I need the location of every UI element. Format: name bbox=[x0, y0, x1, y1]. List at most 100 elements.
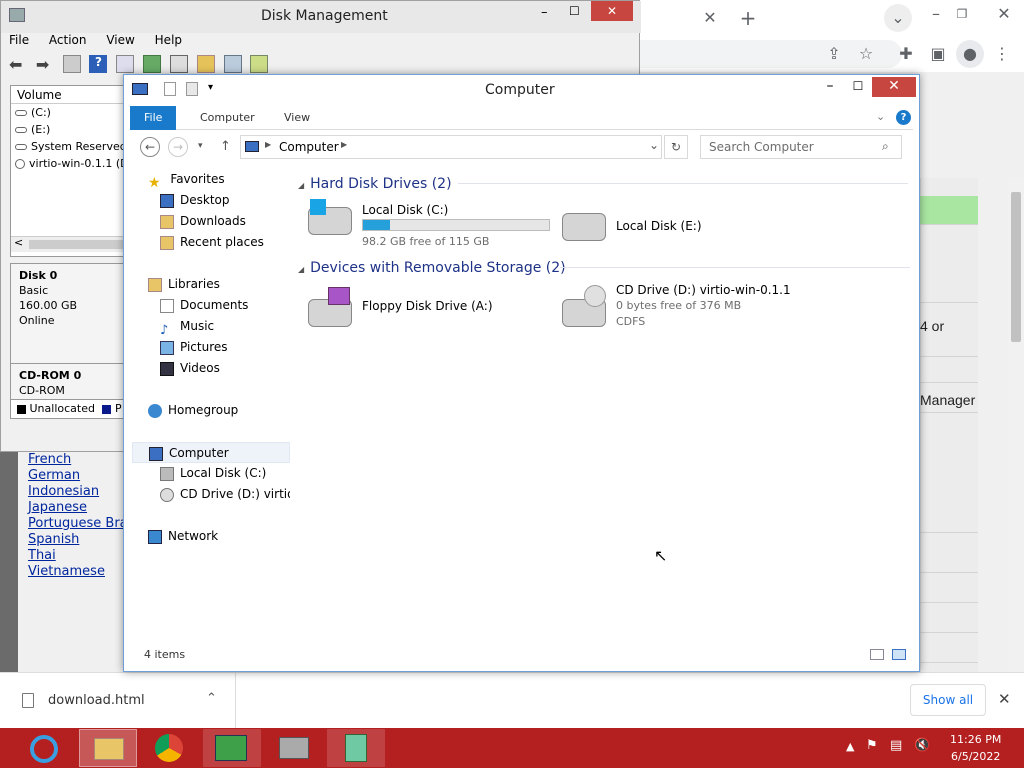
ie-icon[interactable] bbox=[16, 729, 74, 767]
language-link[interactable]: Thai bbox=[18, 548, 128, 564]
hdd-group-header[interactable]: ◢ Hard Disk Drives (2) bbox=[298, 173, 452, 195]
nav-videos[interactable]: Videos bbox=[132, 358, 290, 379]
tab-file[interactable]: File bbox=[130, 106, 177, 130]
nav-favorites[interactable]: ★ Favorites bbox=[132, 169, 290, 190]
disk-mgmt-taskbar-icon[interactable] bbox=[203, 729, 261, 767]
search-icon[interactable] bbox=[223, 55, 242, 73]
bookmark-star-icon[interactable]: ☆ bbox=[852, 40, 880, 68]
back-icon[interactable]: ⬅ bbox=[9, 55, 27, 74]
volume-header[interactable]: Volume bbox=[11, 86, 123, 104]
volume-row[interactable]: (E:) bbox=[11, 121, 123, 138]
address-bar[interactable]: ▶ Computer ▶ ⌄ bbox=[240, 135, 662, 159]
language-link[interactable]: Portuguese Bra bbox=[18, 516, 128, 532]
show-all-button[interactable]: Show all bbox=[910, 684, 986, 716]
settings-icon[interactable] bbox=[169, 55, 188, 73]
refresh-icon[interactable]: ↻ bbox=[664, 135, 688, 159]
language-link[interactable]: Indonesian bbox=[18, 484, 128, 500]
language-link[interactable]: French bbox=[18, 452, 128, 468]
collapse-icon[interactable]: ◢ bbox=[298, 181, 304, 190]
new-tab-icon[interactable]: + bbox=[734, 4, 762, 32]
up-icon[interactable]: ↑ bbox=[220, 139, 231, 154]
volume-row[interactable]: System Reserved bbox=[11, 138, 123, 155]
refresh-icon[interactable] bbox=[143, 55, 162, 73]
search-input[interactable]: Search Computer bbox=[700, 135, 902, 159]
properties-icon[interactable] bbox=[116, 55, 135, 73]
sidepanel-icon[interactable]: ▣ bbox=[924, 40, 952, 68]
close-icon[interactable]: ✕ bbox=[990, 0, 1018, 28]
expand-ribbon-icon[interactable]: ⌄ bbox=[876, 110, 885, 123]
volume-muted-icon[interactable]: 🔇 bbox=[914, 738, 930, 753]
help-icon[interactable]: ? bbox=[89, 55, 108, 73]
language-link[interactable]: German bbox=[18, 468, 128, 484]
scrollbar-thumb[interactable] bbox=[29, 240, 123, 249]
cdrom-block[interactable]: CD-ROM 0 CD-ROM bbox=[11, 364, 123, 400]
tab-view[interactable]: View bbox=[270, 106, 324, 130]
network-icon[interactable]: ▤ bbox=[890, 738, 902, 753]
chevron-right-icon[interactable]: ▶ bbox=[265, 140, 271, 149]
nav-pictures[interactable]: Pictures bbox=[132, 337, 290, 358]
menu-file[interactable]: File bbox=[9, 33, 29, 47]
menu-view[interactable]: View bbox=[106, 33, 134, 47]
help-icon[interactable]: ? bbox=[896, 110, 911, 125]
menu-icon[interactable]: ⋮ bbox=[988, 40, 1016, 68]
clock-date[interactable]: 6/5/2022 bbox=[951, 750, 1000, 763]
disk-0-block[interactable]: Disk 0 Basic 160.00 GB Online bbox=[11, 264, 123, 364]
back-icon[interactable]: ← bbox=[140, 137, 160, 157]
breadcrumb-computer[interactable]: Computer bbox=[279, 140, 339, 154]
forward-icon[interactable]: → bbox=[168, 137, 188, 157]
forward-icon[interactable]: ➡ bbox=[36, 55, 54, 74]
flag-icon[interactable]: ⚑ bbox=[866, 738, 878, 753]
close-icon[interactable]: ✕ bbox=[591, 1, 633, 21]
nav-desktop[interactable]: Desktop bbox=[132, 190, 290, 211]
volume-row[interactable]: virtio-win-0.1.1 (D bbox=[11, 155, 123, 172]
customize-qat-icon[interactable]: ▾ bbox=[208, 82, 213, 93]
nav-libraries[interactable]: Libraries bbox=[132, 274, 290, 295]
nav-local-disk-c[interactable]: Local Disk (C:) bbox=[132, 463, 290, 484]
details-view-icon[interactable] bbox=[870, 649, 884, 660]
language-link[interactable]: Spanish bbox=[18, 532, 128, 548]
maximize-icon[interactable]: ☐ bbox=[569, 4, 580, 18]
close-icon[interactable]: ✕ bbox=[872, 77, 916, 97]
close-icon[interactable]: ✕ bbox=[998, 690, 1011, 708]
extensions-icon[interactable]: ✚ bbox=[892, 40, 920, 68]
chrome-taskbar-icon[interactable] bbox=[141, 729, 199, 767]
minimize-icon[interactable]: – bbox=[922, 0, 950, 28]
notepad-taskbar-icon[interactable] bbox=[327, 729, 385, 767]
nav-documents[interactable]: Documents bbox=[132, 295, 290, 316]
download-item[interactable]: download.html ⌃ bbox=[0, 673, 236, 728]
nav-computer[interactable]: Computer bbox=[132, 442, 290, 463]
setup-taskbar-icon[interactable] bbox=[265, 729, 323, 767]
new-folder-icon[interactable] bbox=[186, 82, 198, 96]
nav-cd-drive[interactable]: CD Drive (D:) virtio-w bbox=[132, 484, 290, 505]
menu-action[interactable]: Action bbox=[49, 33, 87, 47]
profile-icon[interactable]: ● bbox=[956, 40, 984, 68]
console-icon[interactable] bbox=[62, 55, 81, 73]
nav-downloads[interactable]: Downloads bbox=[132, 211, 290, 232]
nav-recent[interactable]: Recent places bbox=[132, 232, 290, 253]
collapse-icon[interactable]: ◢ bbox=[298, 265, 304, 274]
drive-e[interactable]: Local Disk (E:) bbox=[560, 199, 810, 251]
tab-close-icon[interactable]: ✕ bbox=[696, 4, 724, 32]
large-icons-view-icon[interactable] bbox=[892, 649, 906, 660]
drive-a[interactable]: Floppy Disk Drive (A:) bbox=[306, 285, 556, 337]
language-link[interactable]: Vietnamese bbox=[18, 564, 128, 580]
chevron-down-icon[interactable]: ⌄ bbox=[649, 138, 659, 152]
recent-locations-icon[interactable]: ▾ bbox=[198, 141, 203, 151]
volume-row[interactable]: (C:) bbox=[11, 104, 123, 121]
horizontal-scrollbar[interactable]: < bbox=[11, 236, 123, 252]
check-icon[interactable] bbox=[250, 55, 269, 73]
share-icon[interactable]: ⇪ bbox=[820, 40, 848, 68]
scroll-left-icon[interactable]: < bbox=[14, 236, 23, 249]
menu-help[interactable]: Help bbox=[155, 33, 182, 47]
tab-computer[interactable]: Computer bbox=[186, 106, 269, 130]
restore-icon[interactable]: ❐ bbox=[948, 0, 976, 28]
nav-network[interactable]: Network bbox=[132, 526, 290, 547]
nav-homegroup[interactable]: Homegroup bbox=[132, 400, 290, 421]
properties-icon[interactable] bbox=[164, 82, 176, 96]
tab-search-icon[interactable]: ⌄ bbox=[884, 4, 912, 32]
folder-icon[interactable] bbox=[196, 55, 215, 73]
chevron-up-icon[interactable]: ⌃ bbox=[206, 691, 217, 706]
show-hidden-icons[interactable]: ▲ bbox=[846, 740, 854, 753]
drive-d[interactable]: CD Drive (D:) virtio-win-0.1.1 0 bytes f… bbox=[560, 283, 860, 337]
language-link[interactable]: Japanese bbox=[18, 500, 128, 516]
